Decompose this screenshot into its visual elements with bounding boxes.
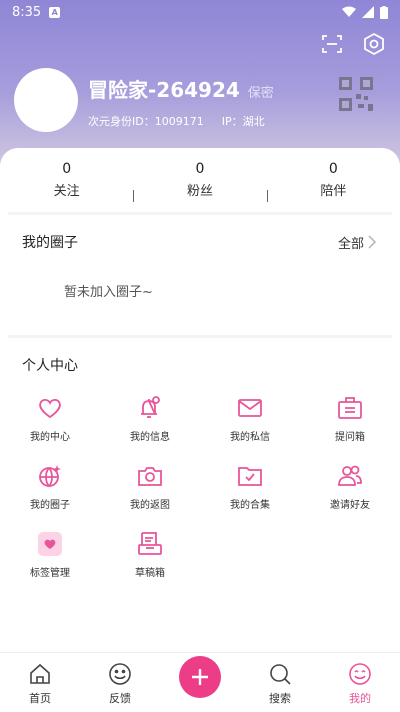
grid-item-drafts[interactable]: 草稿箱 — [100, 530, 200, 584]
tab-mine[interactable]: 我的 — [320, 662, 400, 712]
publish-fab[interactable] — [179, 656, 221, 698]
signal-icon — [362, 6, 374, 18]
tab-label: 搜索 — [269, 692, 291, 705]
tab-label: 我的 — [349, 692, 371, 705]
search-icon — [270, 664, 291, 685]
stat-divider — [266, 190, 268, 202]
grid-item-label: 标签管理 — [30, 568, 70, 579]
grid-item-my-collections[interactable]: 我的合集 — [200, 462, 300, 516]
divider — [8, 212, 392, 215]
grid-item-label: 我的合集 — [230, 500, 270, 511]
stat-followers[interactable]: 0 粉丝 — [133, 161, 266, 202]
profile-card: 0 关注 0 粉丝 0 陪伴 我的圈子 全部 暂未加入圈子~ 个人中心 我的中心… — [0, 148, 400, 668]
globe-icon — [39, 465, 61, 488]
stats-row: 0 关注 0 粉丝 0 陪伴 — [0, 148, 400, 212]
grid-item-invite-friends[interactable]: 邀请好友 — [300, 462, 400, 516]
section-title: 个人中心 — [22, 358, 78, 374]
user-id: 次元身份ID：1009171 — [88, 115, 204, 128]
tab-label: 反馈 — [109, 692, 131, 705]
draft-icon — [138, 532, 162, 555]
stat-following[interactable]: 0 关注 — [0, 161, 133, 199]
stat-value: 0 — [328, 161, 338, 177]
stat-value: 0 — [195, 161, 205, 177]
grid-item-my-info[interactable]: 我的信息 — [100, 394, 200, 448]
camera-icon — [138, 467, 162, 486]
grid-item-label: 提问箱 — [335, 432, 365, 443]
avatar[interactable] — [14, 68, 78, 132]
grid-item-tag-management[interactable]: 标签管理 — [0, 530, 100, 584]
status-bar: 8:35 A — [0, 0, 400, 24]
bottom-tab-bar: 首页 反馈 搜索 我的 — [0, 652, 400, 712]
users-icon — [338, 465, 362, 486]
grid-item-my-center[interactable]: 我的中心 — [0, 394, 100, 448]
grid-item-label: 我的信息 — [130, 432, 170, 443]
chevron-right-icon — [368, 235, 377, 249]
grid-item-label: 我的圈子 — [30, 500, 70, 511]
tab-publish[interactable] — [160, 656, 240, 712]
settings-hexagon-icon[interactable] — [362, 32, 386, 56]
scan-icon[interactable] — [320, 32, 344, 56]
circles-empty-text: 暂未加入圈子~ — [64, 285, 153, 300]
folder-check-icon — [238, 467, 262, 486]
grid-item-label: 邀请好友 — [330, 500, 370, 511]
stat-label: 陪伴 — [320, 184, 347, 199]
grid-item-question-box[interactable]: 提问箱 — [300, 394, 400, 448]
tab-home[interactable]: 首页 — [0, 662, 80, 712]
stat-label: 关注 — [53, 184, 80, 199]
status-time: 8:35 — [12, 4, 42, 20]
heart-icon — [39, 398, 61, 419]
smile-icon — [109, 663, 131, 685]
notification-icon: A — [49, 6, 61, 18]
view-all-label: 全部 — [337, 236, 364, 252]
tag-heart-icon — [38, 532, 62, 556]
tab-label: 首页 — [29, 692, 51, 705]
stat-divider — [133, 190, 135, 202]
gender-label: 保密 — [247, 86, 274, 101]
view-all-circles-button[interactable]: 全部 — [338, 233, 378, 252]
tab-search[interactable]: 搜索 — [240, 662, 320, 712]
username: 冒险家-264924 — [88, 78, 240, 102]
profile-name-row: 冒险家-264924 保密 — [88, 74, 274, 103]
personal-center-section: 个人中心 我的中心 我的信息 我的私信 提问箱 我的圈子 我的返图 我的合集 邀… — [0, 342, 400, 584]
section-title: 我的圈子 — [22, 235, 78, 251]
stat-label: 粉丝 — [186, 184, 213, 199]
stat-companions[interactable]: 0 陪伴 — [266, 161, 400, 202]
grid-item-my-photos[interactable]: 我的返图 — [100, 462, 200, 516]
grid-item-my-circles[interactable]: 我的圈子 — [0, 462, 100, 516]
stat-value: 0 — [62, 161, 72, 177]
grid-item-label: 我的私信 — [230, 432, 270, 443]
qr-code-icon[interactable] — [338, 76, 374, 112]
tab-feedback[interactable]: 反馈 — [80, 662, 160, 712]
divider — [8, 335, 392, 338]
personal-grid: 我的中心 我的信息 我的私信 提问箱 我的圈子 我的返图 我的合集 邀请好友 标… — [0, 388, 400, 584]
home-icon — [30, 663, 50, 684]
grid-item-label: 我的返图 — [130, 500, 170, 511]
bell-icon — [141, 396, 160, 418]
grid-item-label: 草稿箱 — [135, 568, 165, 579]
plus-icon — [192, 669, 208, 685]
grid-item-label: 我的中心 — [30, 432, 70, 443]
mail-icon — [238, 399, 262, 417]
smile-active-icon — [349, 663, 371, 685]
battery-icon — [380, 5, 388, 19]
grid-item-my-messages[interactable]: 我的私信 — [200, 394, 300, 448]
wifi-icon — [342, 6, 356, 17]
user-meta: 次元身份ID：1009171 IP：湖北 — [88, 113, 265, 129]
user-ip: IP：湖北 — [221, 115, 265, 128]
briefcase-icon — [338, 397, 362, 419]
my-circles-section: 我的圈子 全部 暂未加入圈子~ — [0, 219, 400, 335]
